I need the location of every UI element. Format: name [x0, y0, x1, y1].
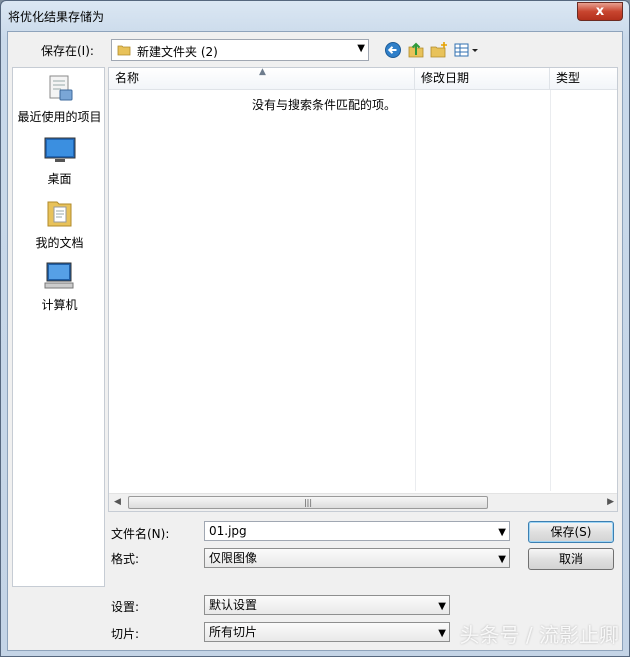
up-folder-icon[interactable]: [407, 41, 425, 59]
column-divider: [550, 90, 551, 491]
place-label: 计算机: [41, 298, 78, 312]
chevron-down-icon: ▼: [357, 43, 365, 54]
chevron-down-icon: ▼: [438, 601, 446, 612]
scroll-thumb[interactable]: |||: [128, 496, 488, 509]
recent-items-icon: [49, 75, 72, 101]
desktop-icon: [44, 137, 75, 162]
back-arrow-icon[interactable]: [384, 41, 402, 59]
chevron-down-icon: ▼: [498, 554, 506, 565]
watermark-text: 头条号 / 流影止卿: [459, 623, 619, 647]
save-in-label: 保存在(I):: [41, 44, 94, 58]
file-list-view[interactable]: 名称 ▲ 修改日期 类型 没有与搜索条件匹配的项。 ◀ ||| ▶: [108, 67, 618, 512]
folder-icon: [117, 45, 131, 56]
place-label: 我的文档: [35, 236, 84, 250]
format-dropdown[interactable]: 仅限图像 ▼: [204, 548, 510, 568]
column-divider: [415, 90, 416, 491]
settings-dropdown[interactable]: 默认设置 ▼: [204, 595, 450, 615]
save-button[interactable]: 保存(S): [528, 521, 614, 543]
slices-label: 切片:: [111, 627, 140, 641]
places-bar: 最近使用的项目 桌面 我的文档 计算机: [12, 67, 105, 587]
format-value: 仅限图像: [209, 551, 258, 565]
scroll-right-icon[interactable]: ▶: [607, 497, 614, 507]
place-computer[interactable]: 计算机: [13, 260, 106, 313]
chevron-down-icon: ▼: [438, 628, 446, 639]
settings-value: 默认设置: [209, 598, 258, 612]
current-folder-name: 新建文件夹 (2): [137, 45, 218, 59]
column-header-name[interactable]: 名称 ▲: [109, 68, 415, 90]
horizontal-scrollbar[interactable]: ◀ ||| ▶: [109, 493, 617, 511]
sort-ascending-icon: ▲: [259, 67, 266, 77]
new-folder-icon[interactable]: [430, 41, 448, 59]
place-label: 最近使用的项目: [17, 110, 102, 124]
window-title: 将优化结果存储为: [8, 10, 105, 24]
close-button[interactable]: x: [577, 2, 623, 21]
column-header-type[interactable]: 类型: [550, 68, 617, 90]
settings-label: 设置:: [111, 600, 140, 614]
scroll-left-icon[interactable]: ◀: [114, 497, 121, 507]
filename-combo[interactable]: 01.jpg ▼: [204, 521, 510, 541]
format-label: 格式:: [111, 552, 140, 566]
slices-dropdown[interactable]: 所有切片 ▼: [204, 622, 450, 642]
filename-label: 文件名(N):: [111, 527, 170, 541]
title-bar[interactable]: 将优化结果存储为 x: [1, 1, 629, 31]
column-header-date[interactable]: 修改日期: [415, 68, 550, 90]
view-menu-icon[interactable]: [454, 41, 480, 59]
slices-value: 所有切片: [209, 625, 258, 639]
dialog-client-area: 保存在(I): 新建文件夹 (2) ▼ 最近使用的项目 桌面 我的文档 计算机 …: [7, 31, 623, 651]
filename-input[interactable]: 01.jpg: [209, 524, 247, 538]
cancel-button[interactable]: 取消: [528, 548, 614, 570]
save-in-dropdown[interactable]: 新建文件夹 (2) ▼: [111, 39, 369, 61]
place-recent-items[interactable]: 最近使用的项目: [13, 74, 106, 125]
place-label: 桌面: [47, 172, 72, 186]
chevron-down-icon[interactable]: ▼: [498, 524, 506, 542]
save-dialog-window: 将优化结果存储为 x 保存在(I): 新建文件夹 (2) ▼ 最近使用的项目 桌…: [0, 0, 630, 657]
documents-icon: [47, 201, 71, 227]
place-desktop[interactable]: 桌面: [13, 136, 106, 187]
empty-message: 没有与搜索条件匹配的项。: [251, 98, 396, 112]
computer-icon: [44, 262, 73, 289]
place-documents[interactable]: 我的文档: [13, 198, 106, 251]
